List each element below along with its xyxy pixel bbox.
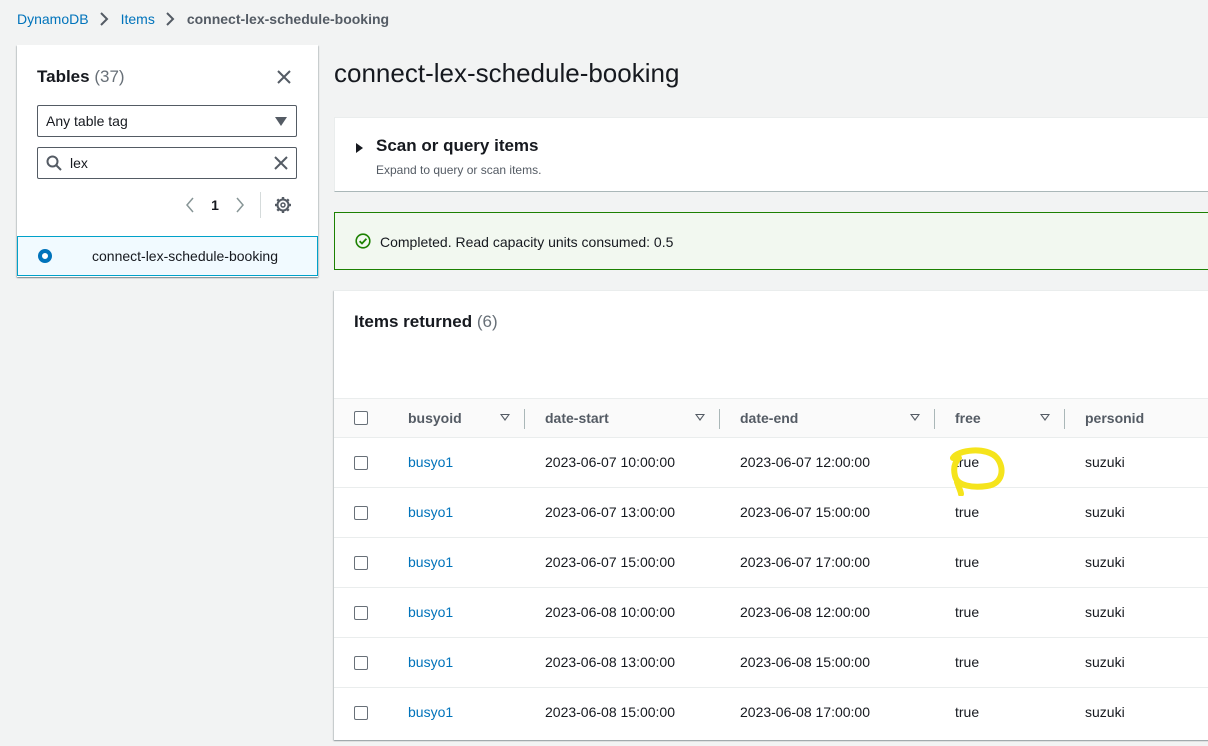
- scan-query-expander[interactable]: Scan or query items Expand to query or s…: [334, 117, 1208, 192]
- row-checkbox[interactable]: [354, 506, 368, 520]
- date-start-cell: 2023-06-08 10:00:00: [545, 604, 675, 620]
- column-resizer[interactable]: [524, 409, 525, 429]
- radio-selected-icon[interactable]: [38, 249, 52, 263]
- sidebar-title-label: Tables: [37, 67, 90, 86]
- select-all-checkbox[interactable]: [354, 411, 368, 425]
- sort-icon[interactable]: [1040, 414, 1050, 421]
- personid-cell: suzuki: [1085, 554, 1125, 570]
- breadcrumb-dynamodb[interactable]: DynamoDB: [17, 11, 89, 27]
- table-option-label: connect-lex-schedule-booking: [92, 248, 278, 264]
- success-alert: Completed. Read capacity units consumed:…: [334, 212, 1208, 270]
- items-table: busyoid date-start date-end free personi…: [334, 398, 1208, 738]
- sort-icon[interactable]: [695, 414, 705, 421]
- close-icon[interactable]: [274, 67, 294, 87]
- page-number[interactable]: 1: [198, 197, 232, 213]
- table-row: busyo1 2023-06-08 10:00:00 2023-06-08 12…: [334, 588, 1208, 638]
- chevron-left-icon[interactable]: [182, 195, 198, 215]
- table-search-value: lex: [70, 155, 88, 171]
- breadcrumb: DynamoDB Items connect-lex-schedule-book…: [17, 10, 389, 28]
- table-row: busyo1 2023-06-08 15:00:00 2023-06-08 17…: [334, 688, 1208, 738]
- table-row: busyo1 2023-06-07 13:00:00 2023-06-07 15…: [334, 488, 1208, 538]
- free-cell: true: [955, 554, 980, 570]
- date-start-cell: 2023-06-08 13:00:00: [545, 654, 675, 670]
- personid-cell: suzuki: [1085, 454, 1125, 470]
- busyoid-link[interactable]: busyo1: [408, 704, 453, 720]
- items-returned-panel: Items returned (6) busyoid date-start da…: [334, 290, 1208, 740]
- breadcrumb-items[interactable]: Items: [121, 11, 155, 27]
- row-checkbox[interactable]: [354, 606, 368, 620]
- tables-sidebar: Tables (37) Any table tag lex 1 connect-…: [17, 45, 318, 277]
- date-start-cell: 2023-06-07 10:00:00: [545, 454, 675, 470]
- column-resizer[interactable]: [934, 409, 935, 429]
- alert-message: Completed. Read capacity units consumed:…: [380, 234, 674, 250]
- items-title-label: Items returned: [354, 312, 473, 331]
- free-cell: true: [955, 504, 980, 520]
- scan-query-description: Expand to query or scan items.: [376, 163, 542, 177]
- table-row: busyo1 2023-06-07 15:00:00 2023-06-07 17…: [334, 538, 1208, 588]
- breadcrumb-current: connect-lex-schedule-booking: [186, 11, 390, 27]
- personid-cell: suzuki: [1085, 504, 1125, 520]
- triangle-right-icon: [356, 143, 363, 153]
- column-header-date-start[interactable]: date-start: [545, 410, 609, 426]
- gear-icon[interactable]: [273, 195, 293, 215]
- column-resizer[interactable]: [719, 409, 720, 429]
- pager-divider: [260, 192, 261, 218]
- busyoid-link[interactable]: busyo1: [408, 504, 453, 520]
- busyoid-link[interactable]: busyo1: [408, 654, 453, 670]
- busyoid-link[interactable]: busyo1: [408, 604, 453, 620]
- page-title: connect-lex-schedule-booking: [334, 58, 680, 88]
- date-end-cell: 2023-06-07 17:00:00: [740, 554, 870, 570]
- sidebar-title: Tables (37): [37, 67, 125, 87]
- sort-icon[interactable]: [500, 414, 510, 421]
- free-cell: true: [955, 604, 980, 620]
- date-end-cell: 2023-06-08 12:00:00: [740, 604, 870, 620]
- column-header-date-end[interactable]: date-end: [740, 410, 798, 426]
- table-row: busyo1 2023-06-07 10:00:00 2023-06-07 12…: [334, 438, 1208, 496]
- busyoid-link[interactable]: busyo1: [408, 554, 453, 570]
- chevron-right-icon: [94, 10, 116, 28]
- row-checkbox[interactable]: [354, 456, 368, 470]
- date-start-cell: 2023-06-08 15:00:00: [545, 704, 675, 720]
- date-end-cell: 2023-06-08 17:00:00: [740, 704, 870, 720]
- date-end-cell: 2023-06-07 12:00:00: [740, 454, 870, 470]
- row-checkbox[interactable]: [354, 556, 368, 570]
- table-row: busyo1 2023-06-08 13:00:00 2023-06-08 15…: [334, 638, 1208, 688]
- table-count: (37): [94, 67, 125, 86]
- table-option-selected[interactable]: connect-lex-schedule-booking: [17, 236, 318, 276]
- caret-down-icon: [275, 117, 287, 126]
- chevron-right-icon[interactable]: [232, 195, 248, 215]
- date-start-cell: 2023-06-07 13:00:00: [545, 504, 675, 520]
- busyoid-link[interactable]: busyo1: [408, 454, 453, 470]
- items-count: (6): [476, 312, 498, 331]
- column-header-free[interactable]: free: [955, 410, 981, 426]
- table-search-input[interactable]: lex: [37, 147, 297, 179]
- personid-cell: suzuki: [1085, 654, 1125, 670]
- column-resizer[interactable]: [1064, 409, 1065, 429]
- table-tag-select[interactable]: Any table tag: [37, 105, 297, 137]
- search-icon: [46, 155, 62, 174]
- chevron-right-icon: [160, 10, 182, 28]
- row-checkbox[interactable]: [354, 656, 368, 670]
- column-header-personid[interactable]: personid: [1085, 410, 1144, 426]
- sort-icon[interactable]: [910, 414, 920, 421]
- free-cell: true: [955, 654, 980, 670]
- row-checkbox[interactable]: [354, 706, 368, 720]
- date-end-cell: 2023-06-08 15:00:00: [740, 654, 870, 670]
- date-start-cell: 2023-06-07 15:00:00: [545, 554, 675, 570]
- check-circle-icon: [355, 233, 371, 254]
- personid-cell: suzuki: [1085, 604, 1125, 620]
- free-cell: true: [955, 704, 980, 720]
- table-tag-select-value: Any table tag: [46, 113, 128, 129]
- column-header-busyoid[interactable]: busyoid: [408, 410, 462, 426]
- pagination: 1: [182, 192, 293, 218]
- personid-cell: suzuki: [1085, 704, 1125, 720]
- table-header: busyoid date-start date-end free personi…: [334, 398, 1208, 438]
- clear-search-icon[interactable]: [272, 154, 290, 175]
- scan-query-title: Scan or query items: [376, 136, 539, 155]
- date-end-cell: 2023-06-07 15:00:00: [740, 504, 870, 520]
- items-title: Items returned (6): [354, 312, 498, 332]
